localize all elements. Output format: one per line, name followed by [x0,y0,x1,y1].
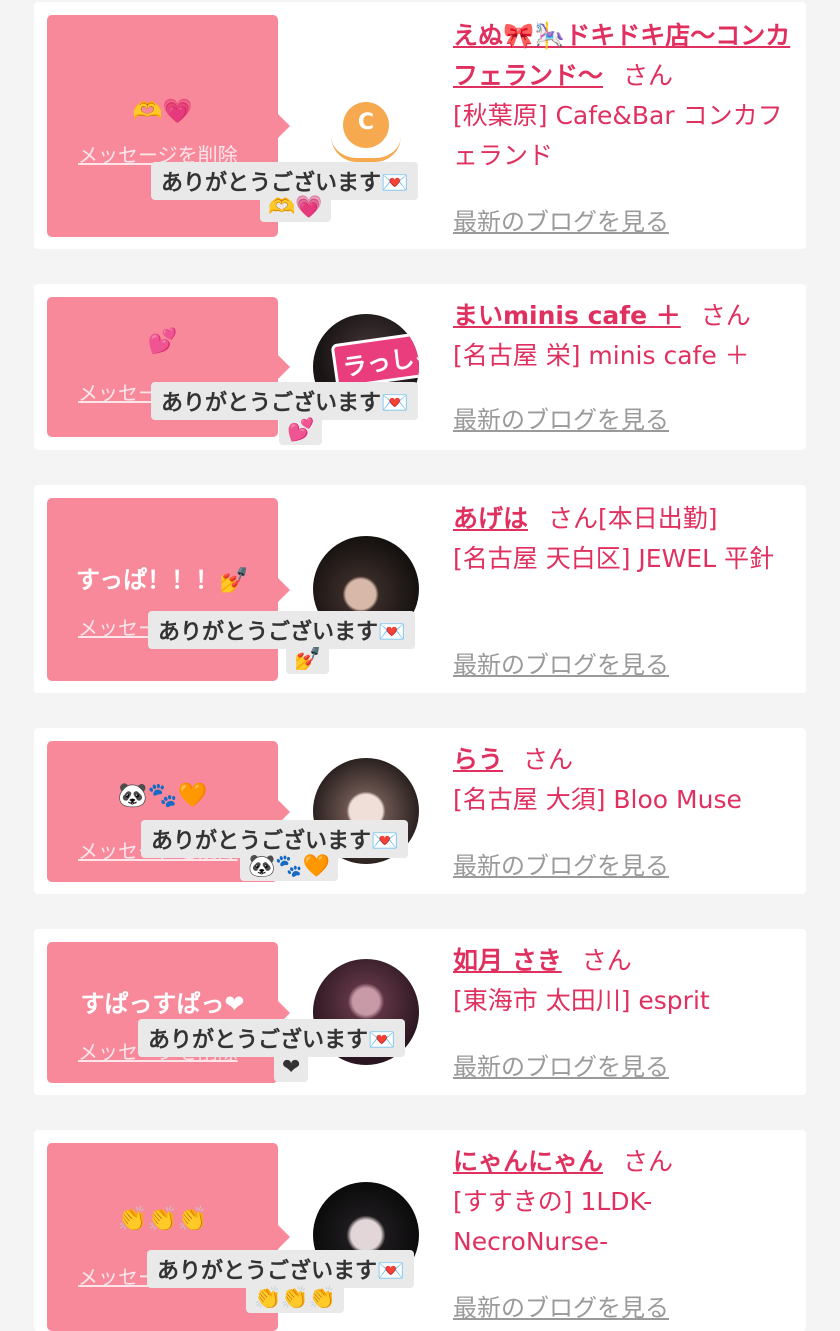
honorific: さん [623,61,674,90]
shop-info: [秋葉原] Cafe&Bar コンカフェランド [453,101,783,170]
thanks-reply: ありがとうございます💌 [147,1250,415,1288]
honorific: さん [548,504,599,533]
cast-info: 如月 さき さん [東海市 太田川] esprit [453,941,793,1021]
reply-emoji: 🫶💗 [260,193,331,222]
latest-blog-link[interactable]: 最新のブログを見る [453,846,669,881]
thanks-reply: ありがとうございます💌 [148,611,416,649]
avatar-stamp: ラっしゃい! [330,323,419,390]
latest-blog-link[interactable]: 最新のブログを見る [453,645,669,680]
latest-blog-link[interactable]: 最新のブログを見る [453,202,669,237]
message-text: すぱっすぱっ❤ [80,990,245,1018]
latest-blog-link[interactable]: 最新のブログを見る [453,1288,669,1323]
shop-info: [名古屋 天白区] JEWEL 平針 [453,544,774,573]
shop-info: [名古屋 栄] minis cafe ＋ [453,341,750,370]
cast-name-link[interactable]: まいminis cafe ＋ [453,301,681,330]
message-bubble: すぱっすぱっ❤ メッセージを削除 [47,942,290,1083]
honorific: さん [700,301,751,330]
message-text: 👏👏👏 [117,1205,208,1233]
message-card: すっぱ！！！💅 メッセージを削除 ありがとうございます💌 💅 あげはさん[本日出… [34,485,806,693]
work-status: [本日出勤] [598,504,718,533]
message-text: 🐼🐾🧡 [117,781,208,809]
reply-emoji: ❤ [274,1053,309,1082]
message-bubble: すっぱ！！！💅 メッセージを削除 [47,498,290,681]
cast-info: あげは さん[本日出勤] [名古屋 天白区] JEWEL 平針 [453,499,793,579]
latest-blog-link[interactable]: 最新のブログを見る [453,1047,669,1082]
reply-emoji: 💕 [279,416,323,445]
message-card: すぱっすぱっ❤ メッセージを削除 ありがとうございます💌 ❤ 如月 さきさん [… [34,929,806,1095]
honorific: さん [623,1147,674,1176]
reply-emoji: 👏👏👏 [246,1284,345,1313]
honorific: さん [581,946,632,975]
shop-info: [すすきの] 1LDK-NecroNurse- [453,1187,653,1256]
message-card: 🫶💗 メッセージを削除 C ありがとうございます💌 🫶💗 えぬ🎀🎠ドキドキ店〜コ… [34,2,806,249]
cast-info: にゃんにゃん さん [すすきの] 1LDK-NecroNurse- [453,1142,793,1262]
message-text: すっぱ！！！💅 [76,566,249,594]
latest-blog-link[interactable]: 最新のブログを見る [453,400,669,435]
cast-info: えぬ🎀🎠ドキドキ店〜コンカフェランド〜 さん [秋葉原] Cafe&Bar コンカ… [453,16,793,176]
reply-emoji: 💅 [286,645,330,674]
honorific: さん [523,745,574,774]
logo-ring [331,136,401,162]
message-bubble: 🫶💗 メッセージを削除 [47,15,290,237]
message-card: 🐼🐾🧡 メッセージを削除 ありがとうございます💌 🐼🐾🧡 らうさん [名古屋 大… [34,728,806,894]
message-bubble: 👏👏👏 メッセージを削除 [47,1143,290,1331]
message-card: 💕 メッセージを削除 ラっしゃい! ありがとうございます💌 💕 まいminis … [34,284,806,450]
reply-emoji: 🐼🐾🧡 [240,852,339,881]
cast-name-link[interactable]: えぬ🎀🎠ドキドキ店〜コンカフェランド〜 [453,21,790,90]
shop-info: [名古屋 大須] Bloo Muse [453,785,742,814]
message-text: 🫶💗 [132,97,193,125]
cast-name-link[interactable]: 如月 さき [453,946,562,975]
thanks-reply: ありがとうございます💌 [151,382,419,420]
cast-name-link[interactable]: にゃんにゃん [453,1147,603,1176]
cast-info: らう さん [名古屋 大須] Bloo Muse [453,740,793,820]
shop-info: [東海市 太田川] esprit [453,986,710,1015]
message-card: 👏👏👏 メッセージを削除 ありがとうございます💌 👏👏👏 にゃんにゃんさん [す… [34,1130,806,1331]
cast-name-link[interactable]: あげは [453,504,528,533]
message-text: 💕 [147,327,178,355]
cast-name-link[interactable]: らう [453,745,503,774]
message-list: 🫶💗 メッセージを削除 C ありがとうございます💌 🫶💗 えぬ🎀🎠ドキドキ店〜コ… [0,0,840,1331]
cast-info: まいminis cafe ＋ さん [名古屋 栄] minis cafe ＋ [453,296,793,376]
thanks-reply: ありがとうございます💌 [138,1019,406,1057]
